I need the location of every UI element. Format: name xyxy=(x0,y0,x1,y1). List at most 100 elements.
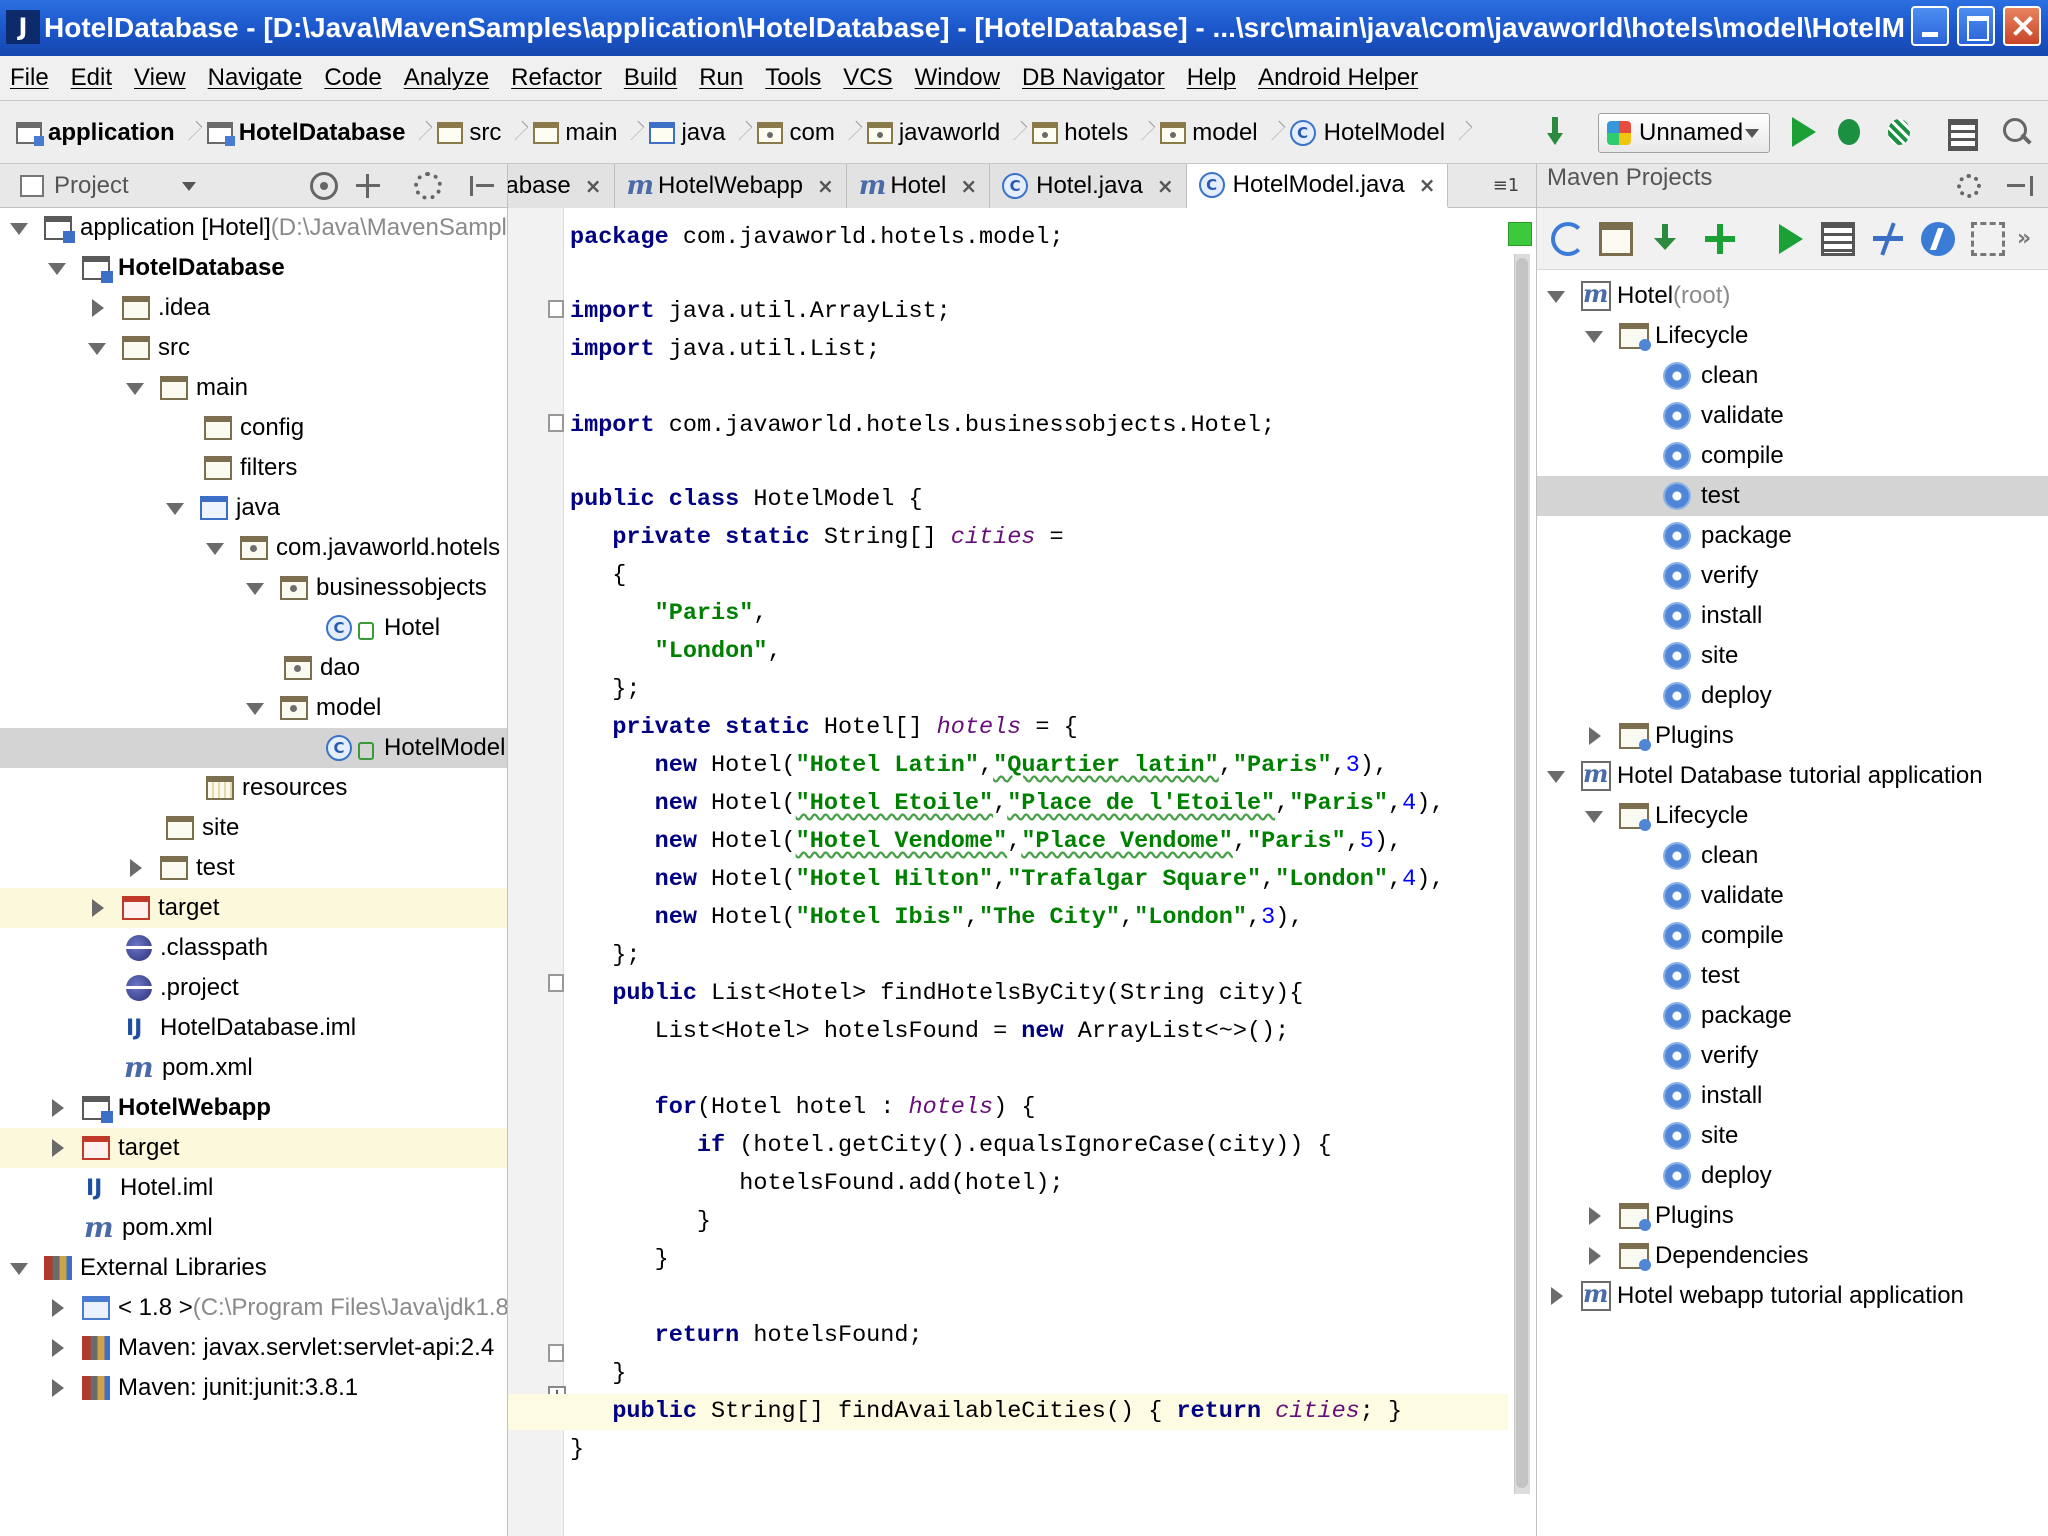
menu-navigate[interactable]: Navigate xyxy=(208,64,303,92)
collapse-arrow-icon[interactable] xyxy=(1585,727,1603,745)
menu-db-navigator[interactable]: DB Navigator xyxy=(1022,64,1165,92)
fold-marker-icon[interactable] xyxy=(548,300,564,318)
breadcrumb-src[interactable]: src xyxy=(437,119,501,147)
maven-goal-clean[interactable]: clean xyxy=(1537,356,2048,396)
debug-icon[interactable] xyxy=(1832,115,1866,149)
editor-gutter[interactable] xyxy=(508,208,564,1536)
expand-arrow-icon[interactable] xyxy=(166,499,184,517)
hide-panel-icon[interactable] xyxy=(468,172,496,200)
execute-goal-icon[interactable] xyxy=(1821,222,1855,256)
close-icon[interactable]: × xyxy=(817,174,834,198)
dependencies-diagram-icon[interactable] xyxy=(1971,222,2005,256)
maven-goal-compile-2[interactable]: compile xyxy=(1537,916,2048,956)
tree-item-hoteldatabase[interactable]: HotelDatabase xyxy=(0,248,507,288)
maven-goal-compile[interactable]: compile xyxy=(1537,436,2048,476)
tree-item-classpath[interactable]: .classpath xyxy=(0,928,507,968)
maven-goal-verify[interactable]: verify xyxy=(1537,556,2048,596)
menu-view[interactable]: View xyxy=(134,64,186,92)
breadcrumb-application[interactable]: application xyxy=(16,119,175,147)
menu-analyze[interactable]: Analyze xyxy=(404,64,489,92)
breadcrumb-javaworld[interactable]: javaworld xyxy=(866,119,1000,147)
menu-edit[interactable]: Edit xyxy=(71,64,112,92)
collapse-arrow-icon[interactable] xyxy=(1547,1287,1565,1305)
expand-arrow-icon[interactable] xyxy=(48,259,66,277)
maven-item-hotel-root[interactable]: Hotel (root) xyxy=(1537,276,2048,316)
maven-item-hotel-webapp[interactable]: Hotel webapp tutorial application xyxy=(1537,1276,2048,1316)
code-editor[interactable]: + package com.javaworld.hotels.model; im… xyxy=(508,208,1536,1536)
tab-hoteldatabase[interactable]: HotelDatabase × xyxy=(508,164,615,208)
tree-item-java[interactable]: java xyxy=(0,488,507,528)
collapse-arrow-icon[interactable] xyxy=(88,299,106,317)
menu-window[interactable]: Window xyxy=(915,64,1000,92)
tree-item-servlet-api[interactable]: Maven: javax.servlet:servlet-api:2.4 xyxy=(0,1328,507,1368)
maven-item-dependencies[interactable]: Dependencies xyxy=(1537,1236,2048,1276)
maximize-button[interactable] xyxy=(1957,6,1995,46)
maven-goal-install[interactable]: install xyxy=(1537,596,2048,636)
tab-hotel-java[interactable]: C Hotel.java × xyxy=(990,164,1187,208)
maven-goal-package-2[interactable]: package xyxy=(1537,996,2048,1036)
expand-arrow-icon[interactable] xyxy=(1547,767,1565,785)
collapse-arrow-icon[interactable] xyxy=(48,1379,66,1397)
tree-item-site[interactable]: site xyxy=(0,808,507,848)
maven-goal-validate-2[interactable]: validate xyxy=(1537,876,2048,916)
tree-item-external-libraries[interactable]: External Libraries xyxy=(0,1248,507,1288)
maven-goal-site-2[interactable]: site xyxy=(1537,1116,2048,1156)
tree-item-src[interactable]: src xyxy=(0,328,507,368)
maven-item-lifecycle-2[interactable]: Lifecycle xyxy=(1537,796,2048,836)
tree-item-target-root[interactable]: target xyxy=(0,1128,507,1168)
collapse-arrow-icon[interactable] xyxy=(126,859,144,877)
download-icon[interactable] xyxy=(1649,222,1683,256)
add-icon[interactable] xyxy=(1703,222,1737,256)
tab-hotelmodel-java[interactable]: C HotelModel.java × xyxy=(1186,164,1449,208)
search-icon[interactable] xyxy=(2000,115,2034,149)
tree-item-target[interactable]: target xyxy=(0,888,507,928)
close-icon[interactable]: × xyxy=(960,174,977,198)
collapse-arrow-icon[interactable] xyxy=(48,1339,66,1357)
expand-arrow-icon[interactable] xyxy=(10,1259,28,1277)
collapse-arrow-icon[interactable] xyxy=(48,1099,66,1117)
run-icon[interactable] xyxy=(1786,115,1820,149)
maven-item-plugins-2[interactable]: Plugins xyxy=(1537,1196,2048,1236)
breadcrumb-com[interactable]: com xyxy=(757,119,835,147)
maven-goal-clean-2[interactable]: clean xyxy=(1537,836,2048,876)
reimport-icon[interactable] xyxy=(1551,222,1585,256)
close-icon[interactable]: × xyxy=(1419,173,1436,197)
maven-goal-validate[interactable]: validate xyxy=(1537,396,2048,436)
breadcrumb-main[interactable]: main xyxy=(533,119,617,147)
tree-item-resources[interactable]: resources xyxy=(0,768,507,808)
expand-arrow-icon[interactable] xyxy=(206,539,224,557)
tree-item-pom-xml[interactable]: m pom.xml xyxy=(0,1048,507,1088)
fold-marker-icon[interactable] xyxy=(548,1344,564,1362)
tree-item-config[interactable]: config xyxy=(0,408,507,448)
collapse-arrow-icon[interactable] xyxy=(1585,1207,1603,1225)
menu-file[interactable]: File xyxy=(10,64,49,92)
offline-mode-icon[interactable] xyxy=(1921,222,1955,256)
maven-goal-deploy-2[interactable]: deploy xyxy=(1537,1156,2048,1196)
tab-hotel-pom[interactable]: m Hotel × xyxy=(846,164,991,208)
tree-item-hoteldatabase-iml[interactable]: IJ HotelDatabase.iml xyxy=(0,1008,507,1048)
gear-icon[interactable] xyxy=(414,172,442,200)
tree-item-com-javaworld-hotels[interactable]: com.javaworld.hotels xyxy=(0,528,507,568)
maven-goal-site[interactable]: site xyxy=(1537,636,2048,676)
vcs-update-icon[interactable] xyxy=(1546,115,1580,149)
tree-item-application[interactable]: application [Hotel] (D:\Java\MavenSample… xyxy=(0,208,507,248)
run-configuration-select[interactable]: Unnamed xyxy=(1598,113,1770,153)
maven-goal-deploy[interactable]: deploy xyxy=(1537,676,2048,716)
close-icon[interactable]: × xyxy=(1157,174,1174,198)
maven-goal-install-2[interactable]: install xyxy=(1537,1076,2048,1116)
close-button[interactable] xyxy=(2003,6,2041,46)
collapse-arrow-icon[interactable] xyxy=(1585,1247,1603,1265)
close-icon[interactable]: × xyxy=(585,174,602,198)
collapse-all-icon[interactable] xyxy=(354,172,382,200)
generate-sources-icon[interactable] xyxy=(1599,222,1633,256)
code-area[interactable]: package com.javaworld.hotels.model; impo… xyxy=(508,208,1508,1536)
tree-item-hotel-iml[interactable]: IJ Hotel.iml xyxy=(0,1168,507,1208)
tree-item-idea[interactable]: .idea xyxy=(0,288,507,328)
maven-goal-package[interactable]: package xyxy=(1537,516,2048,556)
breadcrumb-java[interactable]: java xyxy=(649,119,725,147)
tree-item-hotelwebapp[interactable]: HotelWebapp xyxy=(0,1088,507,1128)
collapse-arrow-icon[interactable] xyxy=(48,1299,66,1317)
menu-run[interactable]: Run xyxy=(699,64,743,92)
expand-arrow-icon[interactable] xyxy=(246,699,264,717)
tree-item-filters[interactable]: filters xyxy=(0,448,507,488)
